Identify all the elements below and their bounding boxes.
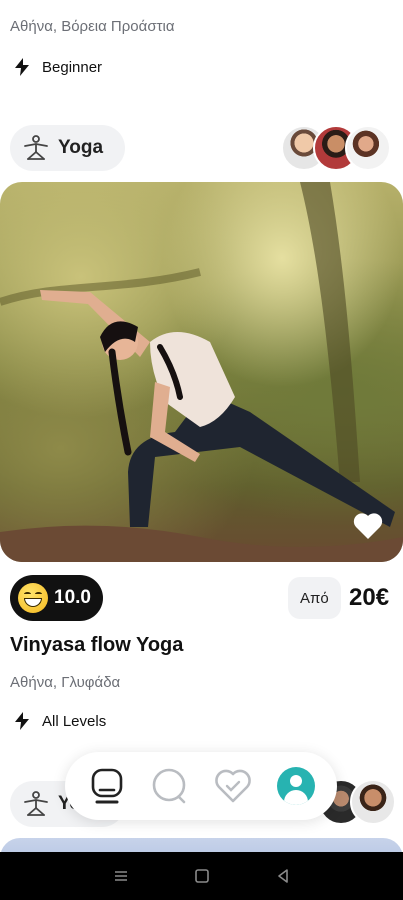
lightning-icon — [15, 712, 29, 730]
nav-search[interactable] — [148, 764, 192, 808]
grinning-face-icon — [18, 583, 48, 613]
previous-card-level: Beginner — [14, 58, 102, 76]
nav-profile[interactable] — [274, 764, 318, 808]
rating-value: 10.0 — [54, 587, 91, 608]
class-location: Αθήνα, Γλυφάδα — [10, 674, 121, 691]
home-icon — [91, 768, 122, 804]
search-icon — [152, 768, 185, 804]
class-level: All Levels — [14, 712, 106, 730]
price-prefix: Από — [288, 577, 341, 619]
class-hero-image[interactable] — [0, 182, 403, 562]
yoga-pose-icon — [24, 791, 48, 816]
class-title[interactable]: Vinyasa flow Yoga — [10, 634, 183, 657]
avatar — [350, 779, 396, 825]
nav-home[interactable] — [85, 764, 129, 808]
favorites-heart-icon — [214, 769, 251, 803]
heart-icon[interactable] — [353, 512, 383, 540]
category-chip[interactable]: Yoga — [10, 125, 126, 171]
back-icon[interactable] — [275, 868, 291, 884]
category-chip-label: Yoga — [58, 137, 104, 158]
previous-card-location: Αθήνα, Βόρεια Προάστια — [10, 18, 175, 35]
profile-avatar-icon — [276, 767, 315, 805]
attendee-avatars[interactable] — [281, 125, 391, 171]
price-value: 20€ — [349, 584, 390, 611]
class-level-label: All Levels — [42, 712, 107, 730]
menu-icon[interactable] — [113, 868, 129, 884]
home-square-icon[interactable] — [194, 868, 210, 884]
previous-card-level-label: Beginner — [42, 58, 103, 76]
yoga-photo — [0, 182, 403, 562]
nav-favorites[interactable] — [211, 764, 255, 808]
lightning-icon — [15, 58, 29, 76]
activities-feed: Αθήνα, Βόρεια Προάστια Beginner Yoga 10.… — [0, 0, 403, 900]
avatar — [345, 125, 391, 171]
system-navigation-bar — [0, 852, 403, 900]
yoga-pose-icon — [24, 135, 48, 160]
rating-badge: 10.0 — [10, 575, 103, 621]
bottom-navigation — [65, 752, 337, 820]
